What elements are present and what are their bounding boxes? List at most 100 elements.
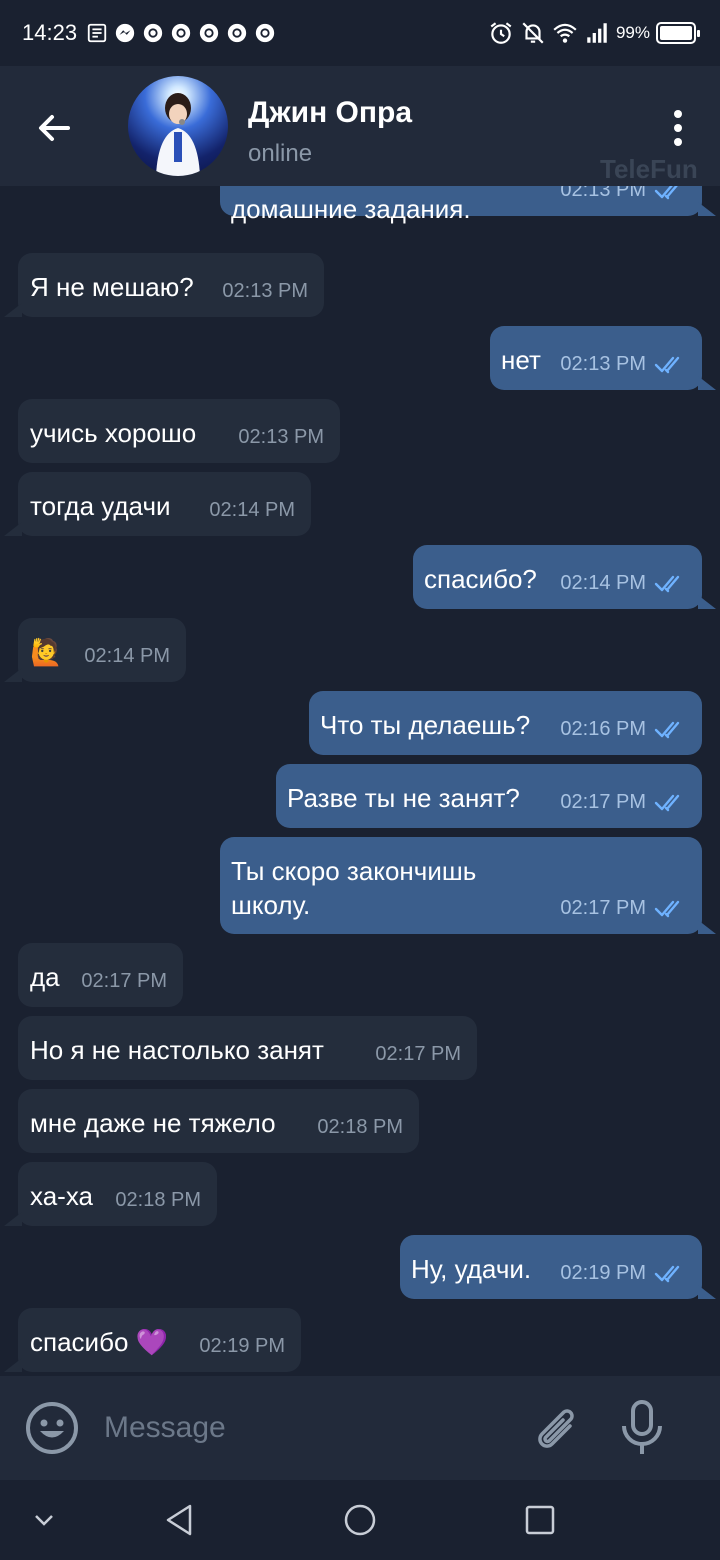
message-line: тогда удачи	[30, 491, 171, 521]
recents-square-icon[interactable]	[520, 1500, 560, 1540]
status-time: 14:23	[22, 20, 78, 45]
message-text: Я не мешаю?	[30, 270, 194, 304]
chrome-icon	[199, 23, 219, 43]
message-line: школу.	[231, 890, 311, 920]
incoming-message[interactable]: ха-ха 02:18 PM	[18, 1162, 217, 1226]
incoming-message[interactable]: спасибо 💜 02:19 PM	[18, 1308, 301, 1372]
message-input[interactable]	[104, 1402, 504, 1454]
message-time: 02:17 PM	[560, 791, 646, 813]
message-text: тогда удачи	[30, 489, 171, 523]
message-text: Ты скоро закончишь школу.	[231, 854, 476, 922]
message-time: 02:14 PM	[560, 572, 646, 594]
chrome-icon	[227, 23, 247, 43]
message-time: 02:17 PM	[81, 970, 167, 992]
message-text: мне даже не тяжело	[30, 1106, 276, 1140]
message-line: Ты скоро закончишь	[231, 856, 477, 886]
outgoing-message[interactable]: Ты скоро закончишь школу. 02:17 PM	[220, 837, 702, 934]
bell-off-icon	[522, 22, 544, 44]
message-line: да	[30, 962, 60, 992]
incoming-message[interactable]: Я не мешаю? 02:13 PM	[18, 253, 324, 317]
message-time: 02:16 PM	[560, 718, 646, 740]
message-text: 🙋	[30, 635, 62, 669]
outgoing-message[interactable]: спасибо? 02:14 PM	[413, 545, 702, 609]
battery-icon	[656, 22, 700, 44]
message-time: 02:17 PM	[560, 897, 646, 919]
incoming-message[interactable]: Но я не настолько занят 02:17 PM	[18, 1016, 477, 1080]
message-text: Ну, удачи.	[411, 1252, 531, 1286]
bubble-tail	[4, 303, 22, 317]
message-time: 02:17 PM	[375, 1043, 461, 1065]
message-time: 02:13 PM	[238, 426, 324, 448]
chrome-icon	[171, 23, 191, 43]
incoming-message[interactable]: мне даже не тяжело 02:18 PM	[18, 1089, 419, 1153]
chat-header: Джин Опра online TeleFun	[0, 66, 720, 186]
message-text: да	[30, 960, 60, 994]
message-text: спасибо 💜	[30, 1325, 168, 1359]
back-triangle-icon[interactable]	[160, 1500, 200, 1540]
outgoing-message[interactable]: Ну, удачи. 02:19 PM	[400, 1235, 702, 1299]
message-line: Что ты делаешь?	[320, 710, 531, 740]
signal-icon	[587, 23, 607, 43]
chevron-down-icon[interactable]	[24, 1500, 64, 1540]
avatar-image	[156, 93, 200, 176]
message-time: 02:19 PM	[560, 1262, 646, 1284]
system-icons: 99%	[488, 20, 700, 46]
microphone-icon[interactable]	[616, 1398, 668, 1458]
compose-bar	[0, 1376, 720, 1480]
wifi-icon	[553, 23, 577, 43]
message-line: ха-ха	[30, 1181, 93, 1211]
message-line: Но я не настолько занят	[30, 1035, 324, 1065]
messenger-icon	[115, 23, 135, 43]
message-time: 02:18 PM	[115, 1189, 201, 1211]
message-line: Разве ты не занят?	[287, 783, 520, 813]
battery-percent: 99%	[615, 23, 650, 42]
more-vertical-icon[interactable]	[658, 106, 698, 150]
home-circle-icon[interactable]	[340, 1500, 380, 1540]
smile-icon[interactable]	[24, 1400, 80, 1456]
incoming-message[interactable]: 🙋 02:14 PM	[18, 618, 186, 682]
back-arrow-icon[interactable]	[30, 104, 78, 152]
contact-name[interactable]: Джин Опра	[248, 96, 412, 130]
message-time: 02:13 PM	[560, 353, 646, 375]
message-text: Что ты делаешь?	[320, 708, 530, 742]
notification-icons	[86, 22, 276, 44]
message-line: спасибо 💜	[30, 1327, 169, 1357]
status-bar: 14:23 99%	[0, 0, 720, 66]
message-text: ха-ха	[30, 1179, 93, 1213]
battery-fill	[660, 26, 692, 40]
message-line: мне даже не тяжело	[30, 1108, 276, 1138]
message-text: нет	[501, 343, 541, 377]
outgoing-message[interactable]: Что ты делаешь? 02:16 PM	[309, 691, 702, 755]
message-text: домашние задания.	[231, 192, 471, 226]
alarm-icon	[490, 22, 512, 44]
chrome-icon	[255, 23, 275, 43]
message-time: 02:13 PM	[222, 280, 308, 302]
message-line: нет	[501, 345, 541, 375]
message-line: учись хорошо	[30, 418, 197, 448]
message-line: Ну, удачи.	[411, 1254, 532, 1284]
outgoing-message[interactable]: Разве ты не занят? 02:17 PM	[276, 764, 702, 828]
message-text: учись хорошо	[30, 416, 196, 450]
chrome-icon	[143, 23, 163, 43]
message-line: Я не мешаю?	[30, 272, 194, 302]
message-time: 02:14 PM	[84, 645, 170, 667]
message-line: домашние задания.	[231, 194, 471, 224]
message-line: спасибо?	[424, 564, 537, 594]
contact-status: online	[248, 140, 313, 167]
message-time: 02:14 PM	[209, 499, 295, 521]
message-text: спасибо?	[424, 562, 537, 596]
incoming-message[interactable]: да 02:17 PM	[18, 943, 183, 1007]
message-text: Но я не настолько занят	[30, 1033, 324, 1067]
incoming-message[interactable]: тогда удачи 02:14 PM	[18, 472, 311, 536]
message-line: 🙋	[30, 637, 63, 667]
message-text: Разве ты не занят?	[287, 781, 520, 815]
news-icon	[87, 23, 107, 43]
message-time: 02:18 PM	[317, 1116, 403, 1138]
outgoing-message[interactable]: нет 02:13 PM	[490, 326, 702, 390]
message-time: 02:19 PM	[199, 1335, 285, 1357]
avatar[interactable]	[128, 76, 228, 176]
paperclip-icon[interactable]	[526, 1400, 582, 1456]
incoming-message[interactable]: учись хорошо 02:13 PM	[18, 399, 340, 463]
system-nav-bar	[0, 1480, 720, 1560]
watermark: TeleFun	[600, 154, 698, 184]
